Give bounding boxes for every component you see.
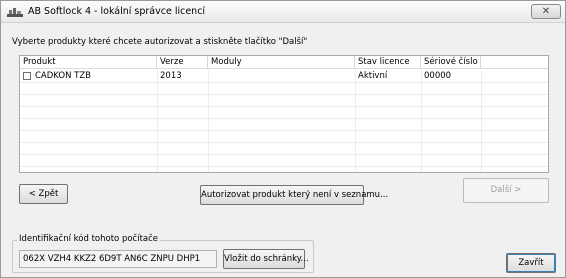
products-list-header: Produkt Verze Moduly Stav licence Sériov… [20, 56, 548, 69]
cell-produkt: CADKON TZB [35, 71, 92, 81]
authorize-unlisted-product-button[interactable]: Autorizovat produkt který není v seznamu… [200, 185, 388, 205]
column-header-stav-licence[interactable]: Stav licence [355, 56, 421, 69]
next-button[interactable]: Další > [463, 178, 549, 203]
app-icon [7, 7, 23, 17]
column-header-moduly[interactable]: Moduly [208, 56, 355, 69]
instruction-text: Vyberte produkty které chcete autorizova… [12, 37, 308, 47]
close-icon: ✕ [541, 6, 551, 17]
product-checkbox[interactable] [23, 72, 31, 80]
identification-code-field[interactable]: 062X VZH4 KKZ2 6D9T AN6C ZNPU DHP1 [19, 250, 217, 268]
column-header-produkt[interactable]: Produkt [20, 56, 157, 69]
copy-to-clipboard-button[interactable]: Vložit do schránky... [223, 249, 309, 269]
column-header-verze[interactable]: Verze [157, 56, 208, 69]
title-bar: AB Softlock 4 - lokální správce licencí … [1, 1, 565, 23]
products-list-body: CADKON TZB 2013 Aktivní 00000 [20, 70, 548, 172]
window-title: AB Softlock 4 - lokální správce licencí [28, 6, 206, 17]
cell-stav-licence: Aktivní [358, 71, 388, 81]
cell-verze: 2013 [160, 71, 182, 81]
column-header-seriove-cislo[interactable]: Sériové číslo [421, 56, 481, 69]
products-list[interactable]: Produkt Verze Moduly Stav licence Sériov… [19, 55, 549, 173]
license-manager-window: AB Softlock 4 - lokální správce licencí … [0, 0, 566, 278]
window-close-button[interactable]: ✕ [531, 4, 561, 19]
identification-code-legend: Identifikační kód tohoto počítače [17, 234, 161, 244]
close-button[interactable]: Zavřít [506, 253, 556, 273]
back-button[interactable]: < Zpět [19, 184, 68, 204]
cell-seriove-cislo: 00000 [424, 71, 452, 81]
table-row[interactable]: CADKON TZB 2013 Aktivní 00000 [20, 70, 548, 82]
cell-moduly [208, 70, 211, 82]
